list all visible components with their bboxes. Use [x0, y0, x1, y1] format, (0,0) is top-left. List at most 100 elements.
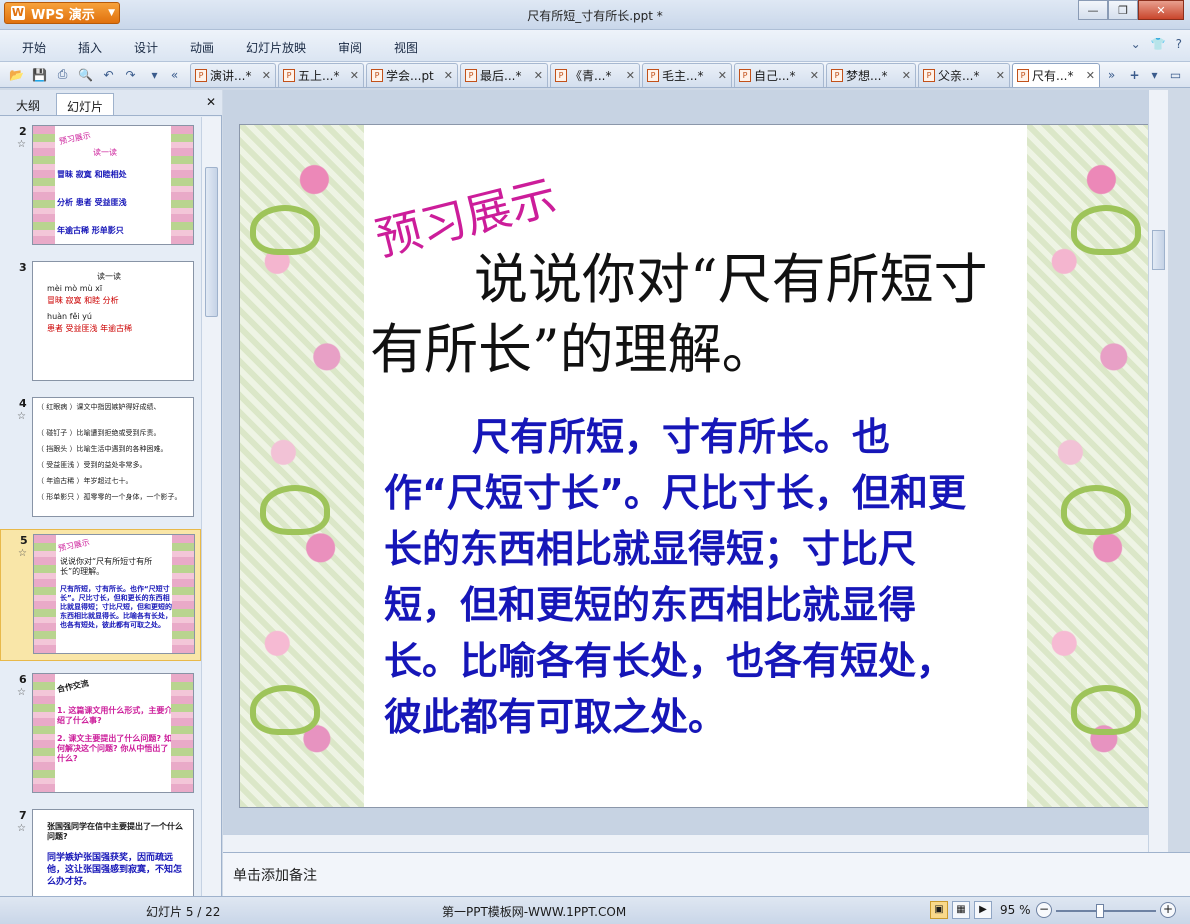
thumbnail-slide-4[interactable]: 4 ☆ （ 红眼病 ）课文中指因嫉妒得好成绩、 （ 碰钉子 ）比喻遭到拒绝或受到…	[0, 393, 201, 521]
print-preview-icon[interactable]: 🔍	[77, 66, 94, 83]
scroll-tabs-left-icon[interactable]: «	[166, 66, 183, 83]
close-tab-icon[interactable]: ✕	[444, 69, 453, 82]
thumbnail-slide-5-selected[interactable]: 5 ☆ 预习展示 说说你对“尺有所短寸有所长”的理解。 尺有所短，寸有所长。也作…	[0, 529, 201, 661]
redo-icon[interactable]: ↷	[122, 66, 139, 83]
slideshow-view-icon[interactable]: ▶	[974, 901, 992, 919]
doc-tab-8[interactable]: P 梦想...* ✕	[826, 63, 916, 87]
tab-outline[interactable]: 大纲	[6, 93, 50, 115]
doc-tab-label: 父亲...*	[938, 69, 980, 83]
slide-vertical-scrollbar[interactable]	[1148, 90, 1168, 852]
thumbnail-slide-6[interactable]: 6 ☆ 合作交流 1. 这篇课文用什么形式，主要介绍了什么事? 2. 课文主要提…	[0, 669, 201, 797]
thumb-text: 预习展示	[57, 537, 91, 554]
slide-answer-text[interactable]: 尺有所短，寸有所长。也作“尺短寸长”。尺比寸长，但和更长的东西相比就显得短；寸比…	[384, 409, 984, 745]
quick-access-toolbar: 📂 💾 ⎙ 🔍 ↶ ↷ ▾ « P 演讲...* ✕ P 五上...* ✕ P …	[0, 62, 1190, 88]
doc-tab-4[interactable]: P 最后...* ✕	[460, 63, 548, 87]
collapse-ribbon-icon[interactable]: ⌄	[1131, 37, 1141, 51]
close-tab-icon[interactable]: ✕	[262, 69, 271, 82]
doc-tab-label: 自己...*	[754, 69, 796, 83]
doc-tab-5[interactable]: P 《青...* ✕	[550, 63, 640, 87]
doc-tab-3[interactable]: P 学会...pt ✕	[366, 63, 458, 87]
ppt-file-icon: P	[283, 69, 295, 82]
ppt-file-icon: P	[1017, 69, 1029, 82]
menu-design[interactable]: 设计	[134, 39, 158, 56]
menu-review[interactable]: 审阅	[338, 39, 362, 56]
undo-icon[interactable]: ↶	[100, 66, 117, 83]
zoom-out-icon[interactable]: −	[1036, 902, 1052, 918]
restore-button[interactable]: ❐	[1108, 0, 1138, 20]
doc-tab-7[interactable]: P 自己...* ✕	[734, 63, 824, 87]
ppt-file-icon: P	[831, 69, 843, 82]
tab-menu-icon[interactable]: ▾	[1146, 66, 1163, 83]
print-icon[interactable]: ⎙	[54, 66, 71, 83]
thumbnail-scrollbar[interactable]	[201, 117, 221, 896]
scroll-tabs-right-icon[interactable]: »	[1103, 66, 1120, 83]
slide-thumbnail-panel: 大纲 幻灯片 ✕ 2 ☆ 预习展示 读一读 冒昧 寂寞 和睦相处 分析 患者 受…	[0, 90, 222, 896]
document-title: 尺有所短_寸有所长.ppt *	[527, 9, 663, 23]
scrollbar-thumb[interactable]	[1152, 230, 1165, 270]
close-panel-icon[interactable]: ✕	[206, 95, 216, 109]
thumbnail-slide-3[interactable]: 3 读一读 mèi mò mù xī 冒昧 寂寞 和睦 分析 huàn fěi …	[0, 257, 201, 385]
thumbnail-slide-7[interactable]: 7 ☆ 张国强同学在信中主要提出了一个什么问题? 同学嫉妒张国强获奖，因而疏远他…	[0, 805, 201, 896]
zoom-in-icon[interactable]: +	[1160, 902, 1176, 918]
thumb-text: 1. 这篇课文用什么形式，主要介绍了什么事?	[57, 706, 173, 725]
notes-pane[interactable]: 单击添加备注	[223, 852, 1190, 896]
doc-tab-2[interactable]: P 五上...* ✕	[278, 63, 364, 87]
tab-list-icon[interactable]: ▭	[1167, 66, 1184, 83]
normal-view-icon[interactable]: ▣	[930, 901, 948, 919]
close-tab-icon[interactable]: ✕	[810, 69, 819, 82]
slide-sorter-view-icon[interactable]: ▦	[952, 901, 970, 919]
menu-animation[interactable]: 动画	[190, 39, 214, 56]
doc-tab-9[interactable]: P 父亲...* ✕	[918, 63, 1010, 87]
slide-thumbnail: 预习展示 读一读 冒昧 寂寞 和睦相处 分析 患者 受益匪浅 年逾古稀 形单影只	[32, 125, 194, 245]
thumb-text: 尺有所短，寸有所长。也作“尺短寸长”。尺比寸长，但和更长的东西相比就显得短；寸比…	[60, 585, 172, 629]
doc-tab-6[interactable]: P 毛主...* ✕	[642, 63, 732, 87]
menu-insert[interactable]: 插入	[78, 39, 102, 56]
animation-star-icon: ☆	[17, 411, 26, 422]
menu-slideshow[interactable]: 幻灯片放映	[246, 39, 306, 56]
menu-right-controls: ⌄ 👕 ?	[1131, 37, 1182, 51]
tab-slides[interactable]: 幻灯片	[56, 93, 115, 115]
slide-horizontal-scrollbar[interactable]	[223, 834, 1148, 852]
help-icon[interactable]: ?	[1176, 37, 1182, 51]
thumb-text: （ 碰钉子 ）比喻遭到拒绝或受到斥责。	[37, 429, 161, 437]
ribbon-bow-icon	[250, 205, 320, 255]
save-icon[interactable]: 💾	[31, 66, 48, 83]
minimize-button[interactable]: —	[1078, 0, 1108, 20]
animation-star-icon: ☆	[18, 548, 27, 559]
close-tab-icon[interactable]: ✕	[626, 69, 635, 82]
ppt-file-icon: P	[739, 69, 751, 82]
new-tab-icon[interactable]: +	[1126, 66, 1143, 83]
doc-tab-label: 梦想...*	[846, 69, 888, 83]
ppt-file-icon: P	[371, 69, 383, 82]
slide-question-text[interactable]: 说说你对“尺有所短寸有所长”的理解。	[370, 245, 1000, 385]
thumbnail-list: 2 ☆ 预习展示 读一读 冒昧 寂寞 和睦相处 分析 患者 受益匪浅 年逾古稀 …	[0, 117, 201, 896]
slide-thumbnail: 张国强同学在信中主要提出了一个什么问题? 同学嫉妒张国强获奖，因而疏远他，这让张…	[32, 809, 194, 896]
thumb-text: 预习展示	[58, 130, 92, 147]
zoom-slider-handle[interactable]	[1096, 904, 1104, 918]
slide-thumbnail: （ 红眼病 ）课文中指因嫉妒得好成绩、 （ 碰钉子 ）比喻遭到拒绝或受到斥责。 …	[32, 397, 194, 517]
menu-view[interactable]: 视图	[394, 39, 418, 56]
close-tab-icon[interactable]: ✕	[718, 69, 727, 82]
slide-counter: 幻灯片 5 / 22	[146, 905, 221, 919]
close-window-button[interactable]: ✕	[1138, 0, 1184, 20]
scrollbar-thumb[interactable]	[205, 167, 218, 317]
doc-tab-label: 学会...pt	[386, 69, 434, 83]
thumb-text: 分析 患者 受益匪浅	[57, 198, 127, 207]
menu-home[interactable]: 开始	[22, 39, 46, 56]
window-controls: — ❐ ✕	[1078, 0, 1184, 20]
thumbnail-slide-2[interactable]: 2 ☆ 预习展示 读一读 冒昧 寂寞 和睦相处 分析 患者 受益匪浅 年逾古稀 …	[0, 121, 201, 249]
close-tab-icon[interactable]: ✕	[996, 69, 1005, 82]
template-name: 第一PPT模板网-WWW.1PPT.COM	[442, 905, 627, 919]
doc-tab-1[interactable]: P 演讲...* ✕	[190, 63, 276, 87]
open-icon[interactable]: 📂	[8, 66, 25, 83]
zoom-slider[interactable]	[1056, 910, 1156, 912]
current-slide[interactable]: 预习展示 说说你对“尺有所短寸有所长”的理解。 尺有所短，寸有所长。也作“尺短寸…	[239, 124, 1152, 808]
customize-toolbar-icon[interactable]: ▾	[146, 66, 163, 83]
close-tab-icon[interactable]: ✕	[902, 69, 911, 82]
doc-tab-label: 最后...*	[480, 69, 522, 83]
close-tab-icon[interactable]: ✕	[1086, 69, 1095, 82]
skin-icon[interactable]: 👕	[1151, 37, 1166, 51]
close-tab-icon[interactable]: ✕	[534, 69, 543, 82]
doc-tab-active[interactable]: P 尺有...* ✕	[1012, 63, 1100, 87]
close-tab-icon[interactable]: ✕	[350, 69, 359, 82]
